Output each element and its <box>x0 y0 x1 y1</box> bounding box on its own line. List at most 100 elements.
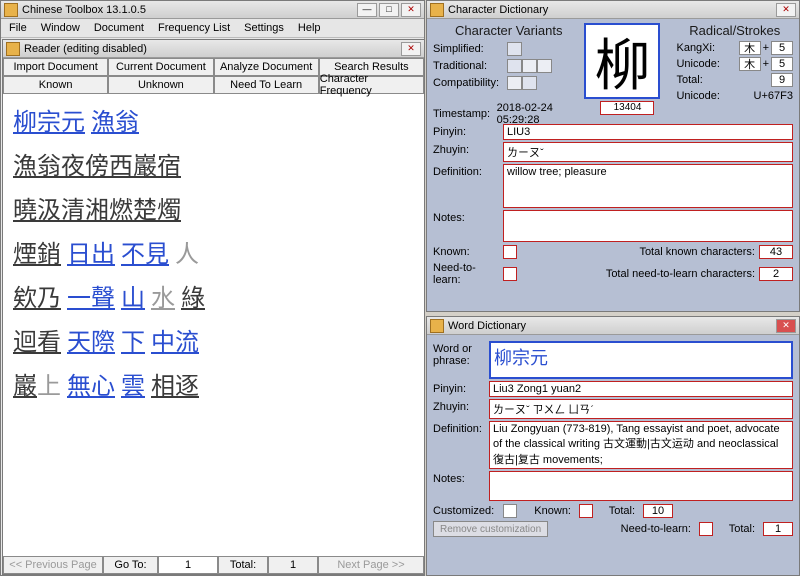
unicode-radical: 木 <box>739 57 761 71</box>
character-frequency-button[interactable]: Character Frequency <box>319 76 424 94</box>
reader-text-segment[interactable]: 相逐 <box>151 374 199 400</box>
reader-text-segment[interactable]: 迴看 <box>13 330 61 356</box>
reader-text-area[interactable]: 柳宗元 漁翁漁翁夜傍西巖宿曉汲清湘燃楚燭煙銷 日出 不見 人欸乃 一聲 山 水 … <box>3 94 424 418</box>
word-notes-value[interactable] <box>489 471 793 501</box>
reader-text-segment[interactable]: 不見 <box>121 242 169 268</box>
reader-text-segment[interactable]: 綠 <box>181 286 205 312</box>
traditional-label: Traditional: <box>433 60 507 72</box>
word-total2-label: Total: <box>717 523 759 535</box>
next-page-button[interactable]: Next Page >> <box>318 556 424 574</box>
import-document-button[interactable]: Import Document <box>3 58 108 76</box>
reader-text-segment[interactable]: 巖 <box>13 374 37 400</box>
word-known-label: Known: <box>521 505 575 517</box>
reader-text-segment[interactable]: 人 <box>175 242 199 268</box>
notes-value[interactable] <box>503 210 793 242</box>
reader-text-segment[interactable]: 漁翁 <box>91 110 139 136</box>
menu-settings[interactable]: Settings <box>238 20 290 36</box>
word-pinyin-label: Pinyin: <box>433 381 489 395</box>
reader-text-segment[interactable]: 一聲 <box>67 286 115 312</box>
need-to-learn-checkbox[interactable] <box>503 267 517 281</box>
kangxi-plus: + <box>763 42 769 54</box>
word-zhuyin-label: Zhuyin: <box>433 399 489 413</box>
unicode-strokes: 5 <box>771 57 793 71</box>
menu-frequency-list[interactable]: Frequency List <box>152 20 236 36</box>
reader-icon <box>6 42 20 56</box>
word-definition-value[interactable]: Liu Zongyuan (773-819), Tang essayist an… <box>489 421 793 469</box>
variants-heading: Character Variants <box>433 23 584 38</box>
goto-label: Go To: <box>103 556 158 574</box>
word-dict-titlebar: Word Dictionary ✕ <box>427 317 799 335</box>
char-dict-window: Character Dictionary ✕ Character Variant… <box>426 0 800 312</box>
word-dict-icon <box>430 319 444 333</box>
current-document-button[interactable]: Current Document <box>108 58 213 76</box>
kangxi-label: KangXi: <box>676 42 736 54</box>
word-ntl-label: Need-to-learn: <box>552 523 695 535</box>
customized-checkbox[interactable] <box>503 504 517 518</box>
remove-customization-button[interactable]: Remove customization <box>433 521 548 537</box>
word-zhuyin-value[interactable]: ㄌㄧㄡˇ ㄗㄨㄥ ㄩㄢˊ <box>489 399 793 419</box>
total-known-value: 43 <box>759 245 793 259</box>
reader-title: Reader (editing disabled) <box>24 43 399 55</box>
traditional-box-2[interactable] <box>522 59 537 73</box>
reader-text-segment[interactable]: 漁翁夜傍西巖宿 <box>13 154 181 180</box>
word-dict-close-button[interactable]: ✕ <box>776 319 796 333</box>
known-label: Known: <box>433 246 503 258</box>
word-ntl-checkbox[interactable] <box>699 522 713 536</box>
reader-text-segment[interactable]: 無心 <box>67 374 115 400</box>
traditional-box-1[interactable] <box>507 59 522 73</box>
main-window: Chinese Toolbox 13.1.0.5 — □ ✕ File Wind… <box>0 0 425 576</box>
timestamp-value: 2018-02-24 05:29:28 <box>497 102 585 126</box>
reader-text-segment[interactable]: 雲 <box>121 374 145 400</box>
word-dict-title: Word Dictionary <box>448 320 774 332</box>
analyze-document-button[interactable]: Analyze Document <box>214 58 319 76</box>
reader-text-segment[interactable]: 下 <box>121 330 145 356</box>
notes-label: Notes: <box>433 210 503 224</box>
goto-page-input[interactable] <box>158 556 218 574</box>
timestamp-label: Timestamp: <box>433 108 497 120</box>
reader-text-segment[interactable]: 欸乃 <box>13 286 61 312</box>
menu-help[interactable]: Help <box>292 20 327 36</box>
reader-text-segment[interactable]: 曉汲清湘燃楚燭 <box>13 198 181 224</box>
reader-text-segment[interactable]: 柳宗元 <box>13 110 85 136</box>
pager-total-label: Total: <box>218 556 268 574</box>
pager-total-value: 1 <box>268 556 318 574</box>
reader-text-segment[interactable]: 煙銷 <box>13 242 61 268</box>
char-dict-close-button[interactable]: ✕ <box>776 3 796 17</box>
compat-box-1[interactable] <box>507 76 522 90</box>
reader-text-segment[interactable]: 中流 <box>151 330 199 356</box>
total-strokes-label: Total: <box>676 74 769 86</box>
traditional-box-3[interactable] <box>537 59 552 73</box>
reader-text-segment[interactable]: 上 <box>37 374 61 400</box>
word-value[interactable]: 柳宗元 <box>489 341 793 379</box>
maximize-button[interactable]: □ <box>379 3 399 17</box>
word-notes-label: Notes: <box>433 471 489 485</box>
reader-buttons-row2: Known Unknown Need To Learn Character Fr… <box>3 76 424 94</box>
reader-text-segment[interactable]: 日出 <box>67 242 115 268</box>
known-checkbox[interactable] <box>503 245 517 259</box>
char-dict-icon <box>430 3 444 17</box>
prev-page-button[interactable]: << Previous Page <box>3 556 103 574</box>
word-label: Word or phrase: <box>433 341 489 367</box>
menu-window[interactable]: Window <box>35 20 86 36</box>
menu-document[interactable]: Document <box>88 20 150 36</box>
zhuyin-value[interactable]: ㄌㄧㄡˇ <box>503 142 793 162</box>
compat-box-2[interactable] <box>522 76 537 90</box>
customized-label: Customized: <box>433 505 499 517</box>
reader-text-segment[interactable]: 山 <box>121 286 145 312</box>
definition-value[interactable]: willow tree; pleasure <box>503 164 793 208</box>
reader-close-button[interactable]: ✕ <box>401 42 421 56</box>
reader-text-segment[interactable]: 水 <box>151 286 175 312</box>
menu-file[interactable]: File <box>3 20 33 36</box>
definition-label: Definition: <box>433 164 503 178</box>
reader-text-segment[interactable]: 天際 <box>67 330 115 356</box>
simplified-box[interactable] <box>507 42 522 56</box>
unknown-button[interactable]: Unknown <box>108 76 213 94</box>
need-to-learn-button[interactable]: Need To Learn <box>214 76 319 94</box>
known-button[interactable]: Known <box>3 76 108 94</box>
minimize-button[interactable]: — <box>357 3 377 17</box>
word-pinyin-value[interactable]: Liu3 Zong1 yuan2 <box>489 381 793 397</box>
close-button[interactable]: ✕ <box>401 3 421 17</box>
unicode-rad-label: Unicode: <box>676 58 736 70</box>
pinyin-value[interactable]: LIU3 <box>503 124 793 140</box>
word-known-checkbox[interactable] <box>579 504 593 518</box>
